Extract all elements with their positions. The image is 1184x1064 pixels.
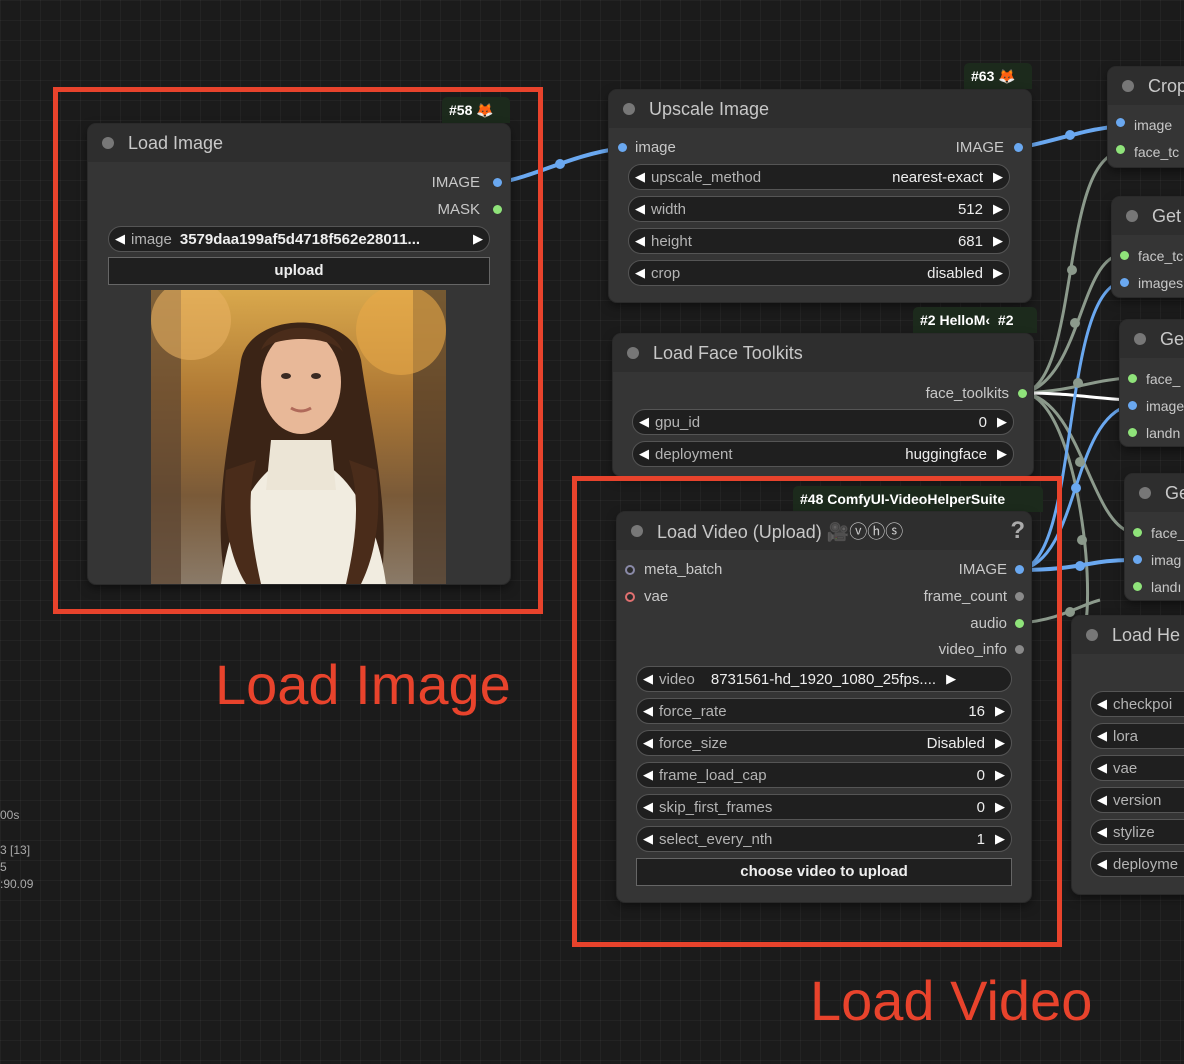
node-header[interactable]: Load Face Toolkits (613, 334, 1033, 372)
load-face-toolkits-node[interactable]: Load Face Toolkits face_toolkits ◀ gpu_i… (613, 334, 1033, 476)
highlight-box-load-video (572, 476, 1062, 947)
left-arrow-icon[interactable]: ◀ (629, 169, 651, 185)
right-arrow-icon[interactable]: ▶ (987, 201, 1009, 217)
version-widget[interactable]: ◀ version (1090, 787, 1184, 813)
node-header[interactable]: Crop (1108, 67, 1184, 105)
output-face-toolkits[interactable]: face_toolkits (926, 384, 1009, 404)
input-landmarks-dot[interactable] (1128, 428, 1137, 437)
gpu-id-widget[interactable]: ◀ gpu_id 0 ▶ (632, 409, 1014, 435)
input-images-dot[interactable] (1120, 278, 1129, 287)
left-arrow-icon[interactable]: ◀ (629, 265, 651, 281)
left-arrow-icon[interactable]: ◀ (1091, 824, 1113, 840)
input-image-dot[interactable] (1116, 118, 1125, 127)
upscale-method-widget[interactable]: ◀ upscale_method nearest-exact ▶ (628, 164, 1010, 190)
node-title: Ge (1160, 328, 1184, 349)
get-node-3[interactable]: Ge face_ imag landı (1125, 474, 1184, 600)
input-face[interactable]: face_ (1151, 523, 1184, 543)
left-arrow-icon[interactable]: ◀ (629, 233, 651, 249)
left-arrow-icon[interactable]: ◀ (1091, 696, 1113, 712)
upscale-image-node[interactable]: Upscale Image image IMAGE ◀ upscale_meth… (609, 90, 1031, 302)
right-arrow-icon[interactable]: ▶ (987, 169, 1009, 185)
collapse-dot-icon[interactable] (1134, 333, 1146, 345)
right-arrow-icon[interactable]: ▶ (991, 414, 1013, 430)
get-node-2[interactable]: Ge face_ image landn (1120, 320, 1184, 446)
input-image[interactable]: image (1134, 115, 1172, 135)
node-header[interactable]: Ge (1120, 320, 1184, 358)
input-images[interactable]: images (1138, 273, 1183, 293)
collapse-dot-icon[interactable] (1122, 80, 1134, 92)
node-header[interactable]: Upscale Image (609, 90, 1031, 128)
collapse-dot-icon[interactable] (627, 347, 639, 359)
left-arrow-icon[interactable]: ◀ (629, 201, 651, 217)
deployment-widget[interactable]: ◀ deployme (1090, 851, 1184, 877)
stylize-widget[interactable]: ◀ stylize (1090, 819, 1184, 845)
highlight-box-load-image (53, 87, 543, 614)
input-face-dot[interactable] (1128, 374, 1137, 383)
stats-line-4: :90.09 (0, 877, 34, 891)
stats-line-1: 00s (0, 808, 20, 822)
node-title: Get (1152, 205, 1182, 226)
collapse-dot-icon[interactable] (623, 103, 635, 115)
height-widget[interactable]: ◀ height 681 ▶ (628, 228, 1010, 254)
left-arrow-icon[interactable]: ◀ (633, 446, 655, 462)
right-arrow-icon[interactable]: ▶ (991, 446, 1013, 462)
input-face[interactable]: face_tc (1138, 246, 1183, 266)
checkpoint-widget[interactable]: ◀ checkpoi (1090, 691, 1184, 717)
output-image[interactable]: IMAGE (956, 138, 1004, 158)
node-title: Load Face Toolkits (653, 342, 803, 363)
input-face-tc[interactable]: face_tc (1134, 142, 1179, 162)
left-arrow-icon[interactable]: ◀ (633, 414, 655, 430)
node-header[interactable]: Load He (1072, 616, 1184, 654)
input-landmarks[interactable]: landı (1151, 577, 1181, 597)
collapse-dot-icon[interactable] (1126, 210, 1138, 222)
right-arrow-icon[interactable]: ▶ (987, 265, 1009, 281)
input-landmarks-dot[interactable] (1133, 582, 1142, 591)
get-node-1[interactable]: Get face_tc images (1112, 197, 1184, 297)
input-face-dot[interactable] (1133, 528, 1142, 537)
deployment-widget[interactable]: ◀ deployment huggingface ▶ (632, 441, 1014, 467)
stats-line-2: 3 [13] (0, 843, 31, 857)
input-landmarks[interactable]: landn (1146, 423, 1180, 443)
input-image-dot[interactable] (1128, 401, 1137, 410)
crop-node[interactable]: Crop image face_tc (1108, 67, 1184, 167)
annotation-load-image: Load Image (215, 653, 511, 716)
vae-widget[interactable]: ◀ vae (1090, 755, 1184, 781)
stats-line-3: 5 (0, 860, 7, 874)
left-arrow-icon[interactable]: ◀ (1091, 728, 1113, 744)
node-header[interactable]: Ge (1125, 474, 1184, 512)
node-title: Upscale Image (649, 98, 770, 119)
collapse-dot-icon[interactable] (1086, 629, 1098, 641)
left-arrow-icon[interactable]: ◀ (1091, 792, 1113, 808)
input-face-dot[interactable] (1116, 145, 1125, 154)
annotation-load-video: Load Video (810, 969, 1093, 1032)
input-face-dot[interactable] (1120, 251, 1129, 260)
collapse-dot-icon[interactable] (1139, 487, 1151, 499)
input-image[interactable]: image (1146, 396, 1184, 416)
input-image-dot[interactable] (1133, 555, 1142, 564)
output-face-toolkits-dot[interactable] (1018, 389, 1027, 398)
node-badge-2: #2 HelloM‹ #2 (913, 307, 1037, 333)
input-image[interactable]: image (635, 138, 676, 158)
width-widget[interactable]: ◀ width 512 ▶ (628, 196, 1010, 222)
input-image-dot[interactable] (618, 143, 627, 152)
input-face[interactable]: face_ (1146, 369, 1180, 389)
output-image-dot[interactable] (1014, 143, 1023, 152)
lora-widget[interactable]: ◀ lora (1090, 723, 1184, 749)
input-image[interactable]: imag (1151, 550, 1181, 570)
node-title: Crop (1148, 75, 1184, 96)
node-header[interactable]: Get (1112, 197, 1184, 235)
node-badge-63: #63 🦊 (964, 63, 1032, 89)
crop-widget[interactable]: ◀ crop disabled ▶ (628, 260, 1010, 286)
load-hello-node[interactable]: Load He ◀ checkpoi ◀ lora ◀ vae ◀ versio… (1072, 616, 1184, 894)
left-arrow-icon[interactable]: ◀ (1091, 760, 1113, 776)
node-title: Load He (1112, 624, 1181, 645)
node-title: Ge (1165, 482, 1184, 503)
left-arrow-icon[interactable]: ◀ (1091, 856, 1113, 872)
right-arrow-icon[interactable]: ▶ (987, 233, 1009, 249)
